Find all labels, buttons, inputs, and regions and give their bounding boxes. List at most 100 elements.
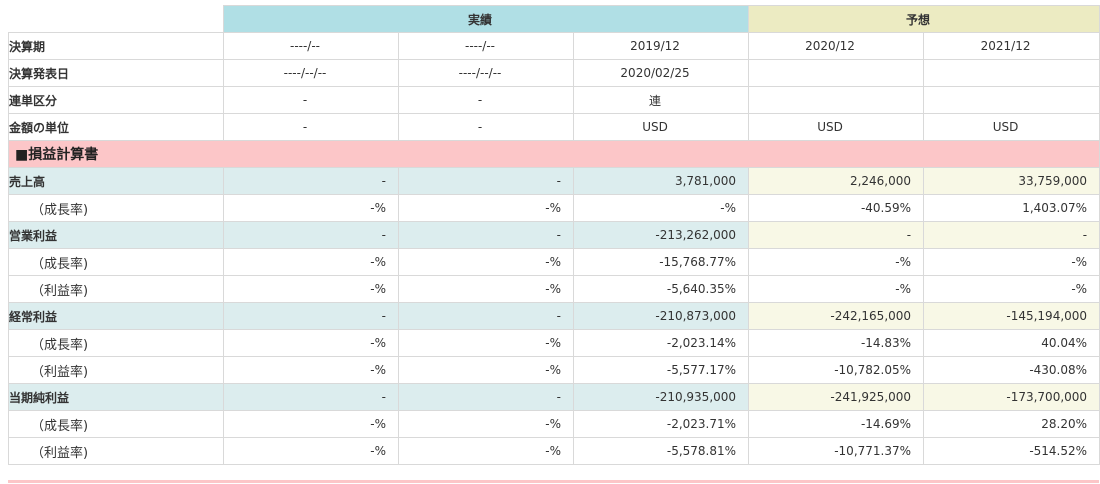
table-row: （利益率) -% -% -5,640.35% -% -% bbox=[8, 275, 1100, 303]
meta-cell: ----/--/-- bbox=[223, 59, 399, 87]
value-cell: -% bbox=[223, 248, 399, 276]
meta-cell: 連 bbox=[572, 86, 750, 114]
value-cell: - bbox=[748, 221, 925, 249]
table-row: （成長率) -% -% -2,023.14% -14.83% 40.04% bbox=[8, 329, 1100, 357]
value-cell: - bbox=[398, 221, 574, 249]
row-label: 当期純利益 bbox=[8, 383, 224, 411]
row-label: （利益率) bbox=[8, 275, 224, 303]
value-cell: - bbox=[923, 221, 1100, 249]
value-cell: - bbox=[398, 167, 574, 195]
value-cell: - bbox=[398, 302, 574, 330]
meta-cell: 2020/02/25 bbox=[572, 59, 750, 87]
table-row: （成長率) -% -% -15,768.77% -% -% bbox=[8, 248, 1100, 276]
table-bottom-border bbox=[8, 480, 1099, 483]
value-cell: -% bbox=[223, 275, 399, 303]
value-cell: -210,873,000 bbox=[572, 302, 750, 330]
meta-cell bbox=[923, 59, 1100, 87]
value-cell: -14.83% bbox=[748, 329, 925, 357]
value-cell: -% bbox=[398, 410, 574, 438]
value-cell: -15,768.77% bbox=[572, 248, 750, 276]
value-cell: -210,935,000 bbox=[572, 383, 750, 411]
meta-cell bbox=[748, 59, 925, 87]
meta-cell: ----/-- bbox=[398, 32, 574, 60]
meta-cell: USD bbox=[572, 113, 750, 141]
meta-cell: 2020/12 bbox=[748, 32, 925, 60]
value-cell: -% bbox=[398, 329, 574, 357]
value-cell: 28.20% bbox=[923, 410, 1100, 438]
table-row: （成長率) -% -% -% -40.59% 1,403.07% bbox=[8, 194, 1100, 222]
row-label: （利益率) bbox=[8, 356, 224, 384]
value-cell: - bbox=[223, 383, 399, 411]
value-cell: -% bbox=[223, 410, 399, 438]
value-cell: -10,782.05% bbox=[748, 356, 925, 384]
value-cell: -% bbox=[223, 356, 399, 384]
value-cell: -% bbox=[398, 437, 574, 465]
value-cell: 2,246,000 bbox=[748, 167, 925, 195]
value-cell: -% bbox=[748, 248, 925, 276]
section-row: ■損益計算書 bbox=[7, 140, 1100, 168]
value-cell: -14.69% bbox=[748, 410, 925, 438]
value-cell: -173,700,000 bbox=[923, 383, 1100, 411]
meta-row-label: 決算発表日 bbox=[8, 59, 224, 87]
value-cell: -% bbox=[223, 437, 399, 465]
value-cell: -430.08% bbox=[923, 356, 1100, 384]
table-row: 経常利益 - - -210,873,000 -242,165,000 -145,194,0… bbox=[8, 302, 1100, 330]
row-label: 営業利益 bbox=[8, 221, 224, 249]
value-cell: -2,023.71% bbox=[572, 410, 750, 438]
value-cell: -% bbox=[398, 356, 574, 384]
meta-cell: ----/-- bbox=[223, 32, 399, 60]
meta-cell bbox=[748, 86, 925, 114]
value-cell: 40.04% bbox=[923, 329, 1100, 357]
meta-row: 連単区分 - - 連 bbox=[8, 86, 1100, 114]
table-row: （利益率) -% -% -5,578.81% -10,771.37% -514.52% bbox=[8, 437, 1100, 465]
value-cell: -% bbox=[398, 194, 574, 222]
row-label: （成長率) bbox=[8, 410, 224, 438]
meta-cell: - bbox=[398, 86, 574, 114]
value-cell: -213,262,000 bbox=[572, 221, 750, 249]
value-cell: - bbox=[223, 167, 399, 195]
table-row: （成長率) -% -% -2,023.71% -14.69% 28.20% bbox=[8, 410, 1100, 438]
meta-cell: - bbox=[223, 86, 399, 114]
value-cell: -242,165,000 bbox=[748, 302, 925, 330]
meta-row-label: 決算期 bbox=[8, 32, 224, 60]
value-cell: -241,925,000 bbox=[748, 383, 925, 411]
actual-header: 実績 bbox=[222, 5, 750, 33]
value-cell: -% bbox=[572, 194, 750, 222]
value-cell: - bbox=[223, 221, 399, 249]
value-cell: - bbox=[223, 302, 399, 330]
value-cell: -% bbox=[223, 194, 399, 222]
row-label: （利益率) bbox=[8, 437, 224, 465]
header-row: 実績 予想 bbox=[8, 5, 1100, 33]
meta-cell: 2021/12 bbox=[923, 32, 1100, 60]
meta-cell: USD bbox=[923, 113, 1100, 141]
meta-cell: - bbox=[223, 113, 399, 141]
value-cell: -% bbox=[923, 275, 1100, 303]
table-row: 営業利益 - - -213,262,000- - bbox=[8, 221, 1100, 249]
value-cell: -% bbox=[398, 275, 574, 303]
header-blank-cell bbox=[8, 5, 224, 33]
meta-row: 決算期 ----/-- ----/-- 2019/12 2020/12 2021/12 bbox=[8, 32, 1100, 60]
row-label: （成長率) bbox=[8, 248, 224, 276]
meta-row-label: 連単区分 bbox=[8, 86, 224, 114]
row-label: 売上高 bbox=[8, 167, 224, 195]
meta-cell: - bbox=[398, 113, 574, 141]
value-cell: -% bbox=[923, 248, 1100, 276]
value-cell: -5,577.17% bbox=[572, 356, 750, 384]
value-cell: 3,781,000 bbox=[572, 167, 750, 195]
value-cell: 33,759,000 bbox=[923, 167, 1100, 195]
value-cell: -% bbox=[223, 329, 399, 357]
value-cell: - bbox=[398, 383, 574, 411]
table-row: （利益率) -% -% -5,577.17% -10,782.05% -430.08% bbox=[8, 356, 1100, 384]
value-cell: -40.59% bbox=[748, 194, 925, 222]
table-row: 売上高 - -3,781,000 2,246,000 33,759,000 bbox=[8, 167, 1100, 195]
row-label: 経常利益 bbox=[8, 302, 224, 330]
meta-row-label: 金額の単位 bbox=[8, 113, 224, 141]
value-cell: -% bbox=[748, 275, 925, 303]
meta-row: 決算発表日 ----/--/-- ----/--/-- 2020/02/25 bbox=[8, 59, 1100, 87]
meta-cell bbox=[923, 86, 1100, 114]
value-cell: -5,640.35% bbox=[572, 275, 750, 303]
meta-row: 金額の単位 - - USD USD USD bbox=[8, 113, 1100, 141]
value-cell: -10,771.37% bbox=[748, 437, 925, 465]
value-cell: -2,023.14% bbox=[572, 329, 750, 357]
meta-cell: ----/--/-- bbox=[398, 59, 574, 87]
